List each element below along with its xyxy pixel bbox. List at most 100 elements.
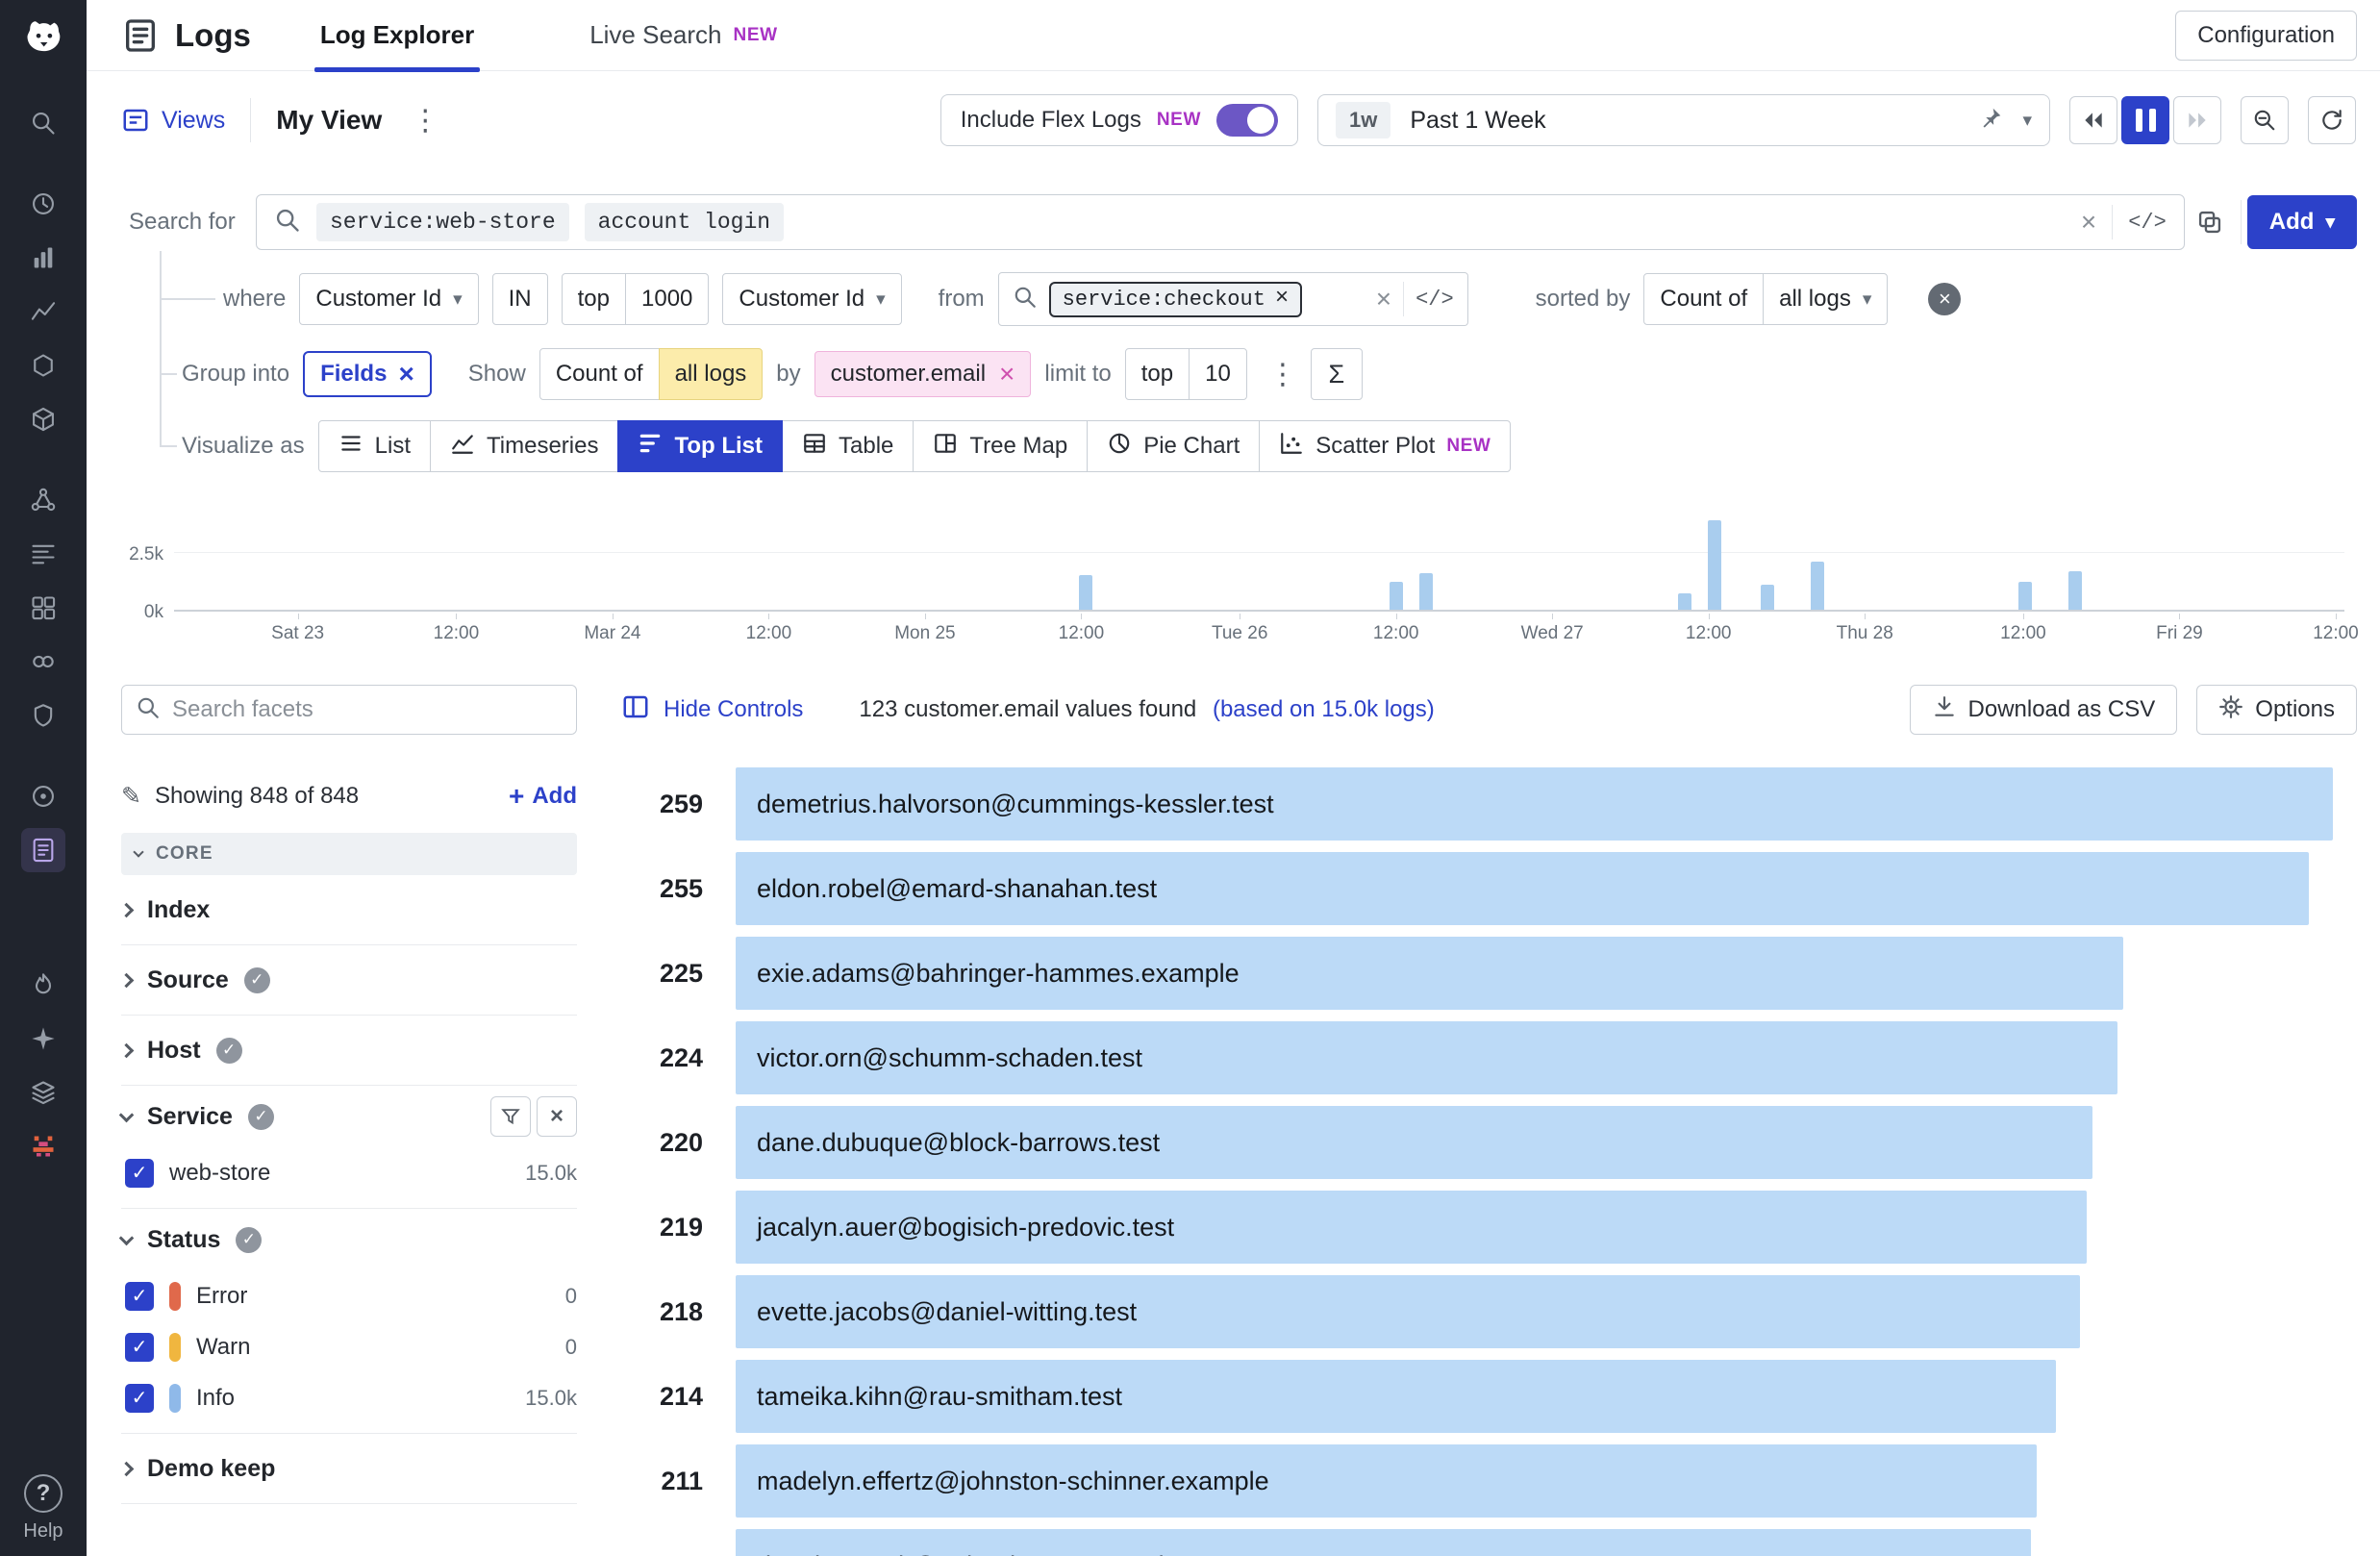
clear-from-icon[interactable]: × <box>1376 286 1391 313</box>
code-view-icon[interactable]: </> <box>2128 211 2167 235</box>
clear-search-icon[interactable]: × <box>2081 209 2096 236</box>
timeline-bar[interactable] <box>2018 582 2032 610</box>
hide-controls-button[interactable]: Hide Controls <box>621 692 803 728</box>
copy-icon[interactable] <box>2185 197 2235 247</box>
code-view-icon[interactable]: </> <box>1415 288 1454 312</box>
sparkle-icon[interactable] <box>21 1016 65 1061</box>
forward-button[interactable] <box>2173 96 2221 144</box>
kebab-icon[interactable]: ⋮ <box>1268 358 1297 391</box>
facet-group-header[interactable]: Index <box>121 875 577 944</box>
of-field-dropdown[interactable]: Customer Id ▾ <box>722 273 901 325</box>
where-field-dropdown[interactable]: Customer Id ▾ <box>299 273 478 325</box>
search-input[interactable]: service:web-store account login × </> <box>256 194 2185 250</box>
pin-icon[interactable] <box>1978 106 2003 136</box>
bits-ai-icon[interactable] <box>21 1124 65 1168</box>
profiling-icon[interactable] <box>21 963 65 1007</box>
facet-search-input[interactable] <box>172 696 563 723</box>
timeline-chart[interactable]: 2.5k 0k Sat 2312:00Mar 2412:00Mon 2512:0… <box>87 502 2344 656</box>
rewind-button[interactable] <box>2069 96 2117 144</box>
toplist-bar[interactable]: jacalyn.auer@bogisich-predovic.test <box>736 1191 2087 1264</box>
sort-aggregation-box[interactable]: Count of <box>1643 273 1764 325</box>
toplist-bar[interactable]: dane.dubuque@block-barrows.test <box>736 1106 2092 1179</box>
from-query-chip[interactable]: service:checkout × <box>1049 282 1303 317</box>
viz-table-button[interactable]: Table <box>782 420 914 472</box>
checkbox-checked[interactable]: ✓ <box>125 1282 154 1311</box>
operator-box[interactable]: IN <box>492 273 548 325</box>
ci-icon[interactable] <box>21 774 65 818</box>
timeline-bar[interactable] <box>1079 575 1092 610</box>
options-button[interactable]: Options <box>2196 685 2357 735</box>
download-csv-button[interactable]: Download as CSV <box>1910 685 2178 735</box>
views-button[interactable]: Views <box>121 106 225 135</box>
viz-timeseries-button[interactable]: Timeseries <box>430 420 618 472</box>
facet-group-header[interactable]: Status ✓ <box>121 1209 577 1270</box>
add-button[interactable]: Add ▾ <box>2247 195 2357 249</box>
viz-pie-chart-button[interactable]: Pie Chart <box>1087 420 1260 472</box>
facet-group-header[interactable]: Demo keep <box>121 1434 577 1503</box>
timeline-bar[interactable] <box>1761 585 1774 610</box>
facet-group-header[interactable]: Source ✓ <box>121 945 577 1015</box>
from-query-input[interactable]: service:checkout × × </> <box>998 272 1468 326</box>
checkbox-checked[interactable]: ✓ <box>125 1333 154 1362</box>
remove-chip-icon[interactable]: × <box>1275 288 1289 311</box>
datadog-logo[interactable] <box>16 10 70 63</box>
viz-top-list-button[interactable]: Top List <box>617 420 783 472</box>
sort-target-dropdown[interactable]: all logs ▾ <box>1763 273 1888 325</box>
summary-detail-link[interactable]: (based on 15.0k logs) <box>1213 696 1435 722</box>
toplist-row[interactable]: 214 tameika.kihn@rau-smitham.test <box>616 1354 2344 1439</box>
apm-icon[interactable] <box>21 289 65 334</box>
integrations-icon[interactable] <box>21 397 65 441</box>
watchdog-icon[interactable] <box>21 182 65 226</box>
facet-search-box[interactable] <box>121 685 577 735</box>
toplist-row[interactable]: 259 demetrius.halvorson@cummings-kessler… <box>616 762 2344 846</box>
timeline-bar[interactable] <box>1708 520 1721 610</box>
infrastructure-icon[interactable] <box>21 343 65 388</box>
toplist-row[interactable]: 218 evette.jacobs@daniel-witting.test <box>616 1269 2344 1354</box>
toplist-bar[interactable]: exie.adams@bahringer-hammes.example <box>736 937 2123 1010</box>
facet-clear-button[interactable]: × <box>537 1096 577 1137</box>
tab-log-explorer[interactable]: Log Explorer <box>314 0 480 71</box>
checkbox-checked[interactable]: ✓ <box>125 1384 154 1413</box>
timeline-bar[interactable] <box>1419 573 1433 610</box>
top-count-input[interactable]: 1000 <box>625 273 709 325</box>
tab-live-search[interactable]: Live Search NEW <box>584 0 783 71</box>
add-facet-button[interactable]: + Add <box>509 781 577 812</box>
service-map-icon[interactable] <box>21 478 65 522</box>
facet-value-row[interactable]: ✓ Warn 0 <box>121 1321 577 1372</box>
remove-chip-icon[interactable]: × <box>999 361 1015 388</box>
configuration-button[interactable]: Configuration <box>2175 11 2357 61</box>
show-target-box[interactable]: all logs <box>659 348 764 400</box>
facet-value-row[interactable]: ✓ Info 15.0k <box>121 1372 577 1423</box>
viz-tree-map-button[interactable]: Tree Map <box>913 420 1088 472</box>
facet-value-row[interactable]: ✓ Error 0 <box>121 1270 577 1321</box>
toplist-bar[interactable]: eldon.robel@emard-shanahan.test <box>736 852 2309 925</box>
timeline-bar[interactable] <box>1811 562 1824 610</box>
toplist-bar[interactable]: donnie.wundt@nolan-bayer.example <box>736 1529 2031 1556</box>
toplist-bar[interactable]: tameika.kihn@rau-smitham.test <box>736 1360 2056 1433</box>
query-chip[interactable]: service:web-store <box>316 203 569 241</box>
remove-clause-button[interactable]: × <box>1928 283 1961 315</box>
remove-chip-icon[interactable]: × <box>398 361 413 388</box>
timeline-bar[interactable] <box>2068 571 2082 610</box>
flex-logs-toggle[interactable] <box>1216 104 1278 137</box>
pause-button[interactable] <box>2121 96 2169 144</box>
facet-group-header[interactable]: Service ✓ × <box>121 1086 577 1147</box>
toplist-bar[interactable]: madelyn.effertz@johnston-schinner.exampl… <box>736 1444 2037 1518</box>
timeline-bar[interactable] <box>1678 593 1691 610</box>
viz-scatter-plot-button[interactable]: Scatter Plot NEW <box>1259 420 1511 472</box>
toplist-row[interactable]: 220 dane.dubuque@block-barrows.test <box>616 1100 2344 1185</box>
limit-count-box[interactable]: 10 <box>1189 348 1247 400</box>
security-icon[interactable] <box>21 693 65 738</box>
log-stream-icon[interactable] <box>21 532 65 576</box>
toplist-row[interactable]: 211 madelyn.effertz@johnston-schinner.ex… <box>616 1439 2344 1523</box>
pencil-icon[interactable]: ✎ <box>121 782 141 811</box>
limit-direction-box[interactable]: top <box>1125 348 1190 400</box>
query-chip[interactable]: account login <box>585 203 784 241</box>
top-selector[interactable]: top <box>562 273 626 325</box>
toplist-row[interactable]: 255 eldon.robel@emard-shanahan.test <box>616 846 2344 931</box>
refresh-button[interactable] <box>2308 96 2356 144</box>
toplist-bar[interactable]: demetrius.halvorson@cummings-kessler.tes… <box>736 767 2333 841</box>
help-icon[interactable]: ? <box>24 1474 63 1513</box>
group-by-chip[interactable]: customer.email × <box>814 351 1032 397</box>
facet-group-header[interactable]: Host ✓ <box>121 1016 577 1085</box>
